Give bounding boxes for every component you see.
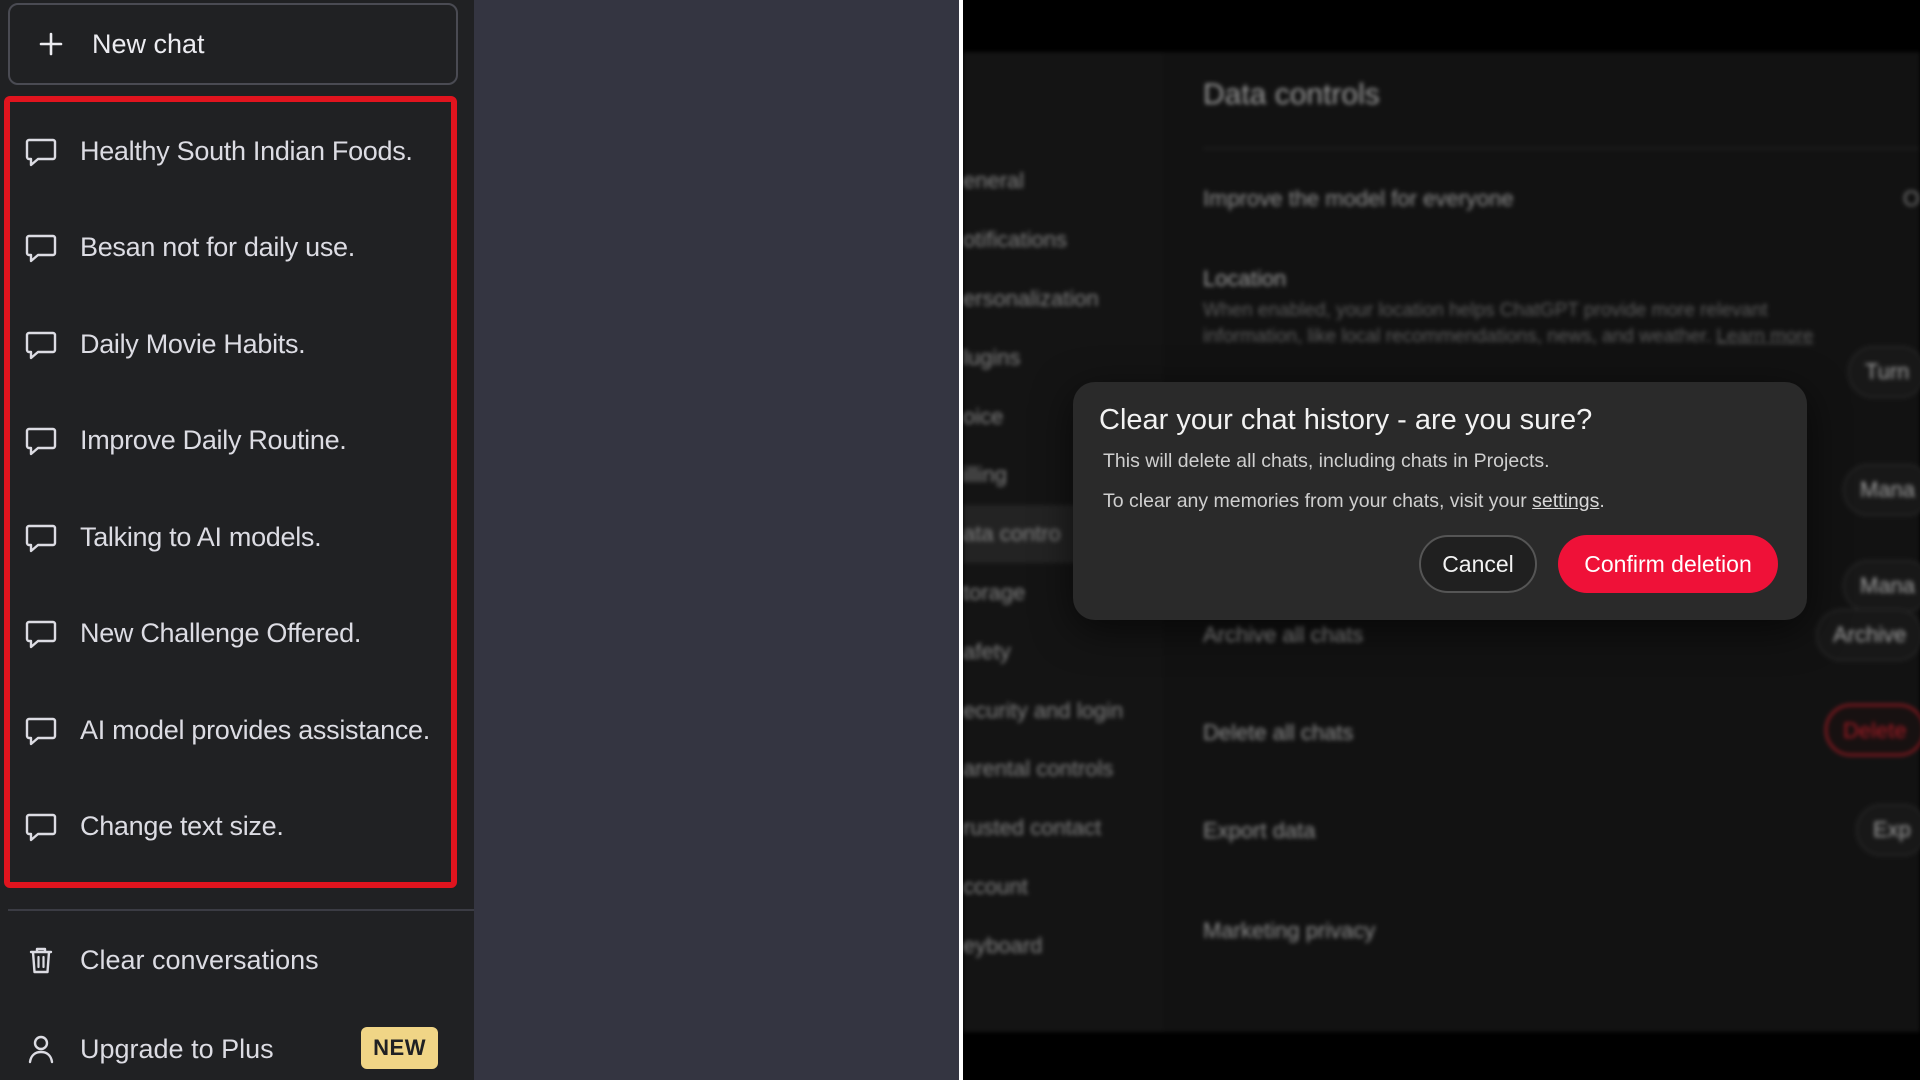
settings-nav-safety[interactable]: afety: [963, 639, 1011, 665]
chat-item-label: Improve Daily Routine.: [80, 424, 347, 455]
chat-item[interactable]: Improve Daily Routine.: [22, 404, 442, 476]
settings-link[interactable]: settings: [1532, 490, 1599, 512]
chat-item[interactable]: New Challenge Offered.: [22, 597, 442, 669]
chat-bubble-icon: [25, 427, 57, 456]
settings-nav-voice[interactable]: oice: [963, 404, 1003, 430]
dialog-body: This will delete all chats, including ch…: [1103, 450, 1550, 472]
delete-all-chats-label: Delete all chats: [1203, 720, 1354, 745]
marketing-privacy-label: Marketing privacy: [1203, 918, 1376, 943]
chat-item-label: Healthy South Indian Foods.: [80, 135, 413, 166]
location-description: When enabled, your location helps ChatGP…: [1203, 298, 1823, 350]
settings-divider: [1203, 148, 1920, 149]
chat-item[interactable]: Healthy South Indian Foods.: [22, 115, 442, 187]
upgrade-to-plus-label: Upgrade to Plus: [80, 1033, 274, 1064]
new-chat-button[interactable]: New chat: [8, 3, 458, 85]
settings-nav-security[interactable]: ecurity and login: [963, 698, 1123, 724]
new-badge: NEW: [361, 1027, 438, 1069]
chat-bubble-icon: [25, 138, 57, 167]
settings-nav-parental-controls[interactable]: arental controls: [963, 756, 1113, 782]
settings-nav-personalization[interactable]: ersonalization: [963, 286, 1099, 312]
chat-bubble-icon: [25, 331, 57, 360]
settings-nav-general[interactable]: eneral: [963, 168, 1024, 194]
archive-all-button[interactable]: Archive: [1816, 609, 1920, 661]
dialog-memory-note-prefix: To clear any memories from your chats, v…: [1103, 490, 1533, 512]
settings-nav-keyboard[interactable]: eyboard: [963, 933, 1043, 959]
settings-nav-billing[interactable]: illing: [963, 462, 1007, 488]
confirm-deletion-button[interactable]: Confirm deletion: [1558, 535, 1778, 593]
manage-button-1[interactable]: Mana: [1843, 464, 1920, 516]
sidebar-divider: [8, 909, 474, 911]
archive-all-chats-label: Archive all chats: [1203, 622, 1364, 647]
plus-icon: [10, 31, 92, 57]
chat-bubble-icon: [25, 717, 57, 746]
location-description-text: When enabled, your location helps ChatGP…: [1203, 300, 1768, 347]
chat-bubble-icon: [25, 813, 57, 842]
settings-nav-plugins[interactable]: lugins: [963, 345, 1020, 371]
trash-icon: [29, 947, 53, 974]
cancel-button[interactable]: Cancel: [1419, 535, 1537, 593]
settings-nav-notifications[interactable]: otifications: [963, 227, 1067, 253]
user-icon: [28, 1035, 54, 1064]
location-button[interactable]: Turn: [1848, 346, 1920, 398]
main-chat-area: [474, 0, 959, 1080]
settings-nav-account[interactable]: ccount: [963, 874, 1028, 900]
clear-conversations-label: Clear conversations: [80, 944, 319, 975]
left-panel: New chat Healthy South Indian Foods. Bes…: [0, 0, 959, 1080]
settings-nav-trusted-contact[interactable]: rusted contact: [963, 815, 1101, 841]
settings-nav-storage[interactable]: torage: [963, 580, 1025, 606]
chat-item[interactable]: Change text size.: [22, 790, 442, 862]
upgrade-to-plus-button[interactable]: Upgrade to Plus NEW: [22, 1013, 462, 1080]
chat-bubble-icon: [25, 620, 57, 649]
chat-item[interactable]: Besan not for daily use.: [22, 211, 442, 283]
chat-item[interactable]: AI model provides assistance.: [22, 694, 442, 766]
sidebar: New chat Healthy South Indian Foods. Bes…: [0, 0, 474, 1080]
dialog-title: Clear your chat history - are you sure?: [1099, 404, 1593, 436]
chat-item-label: Change text size.: [80, 810, 284, 841]
settings-title: Data controls: [1203, 78, 1380, 111]
chat-item[interactable]: Talking to AI models.: [22, 501, 442, 573]
improve-model-value[interactable]: O: [1903, 186, 1920, 212]
chat-bubble-icon: [25, 524, 57, 553]
chat-item-label: AI model provides assistance.: [80, 714, 430, 745]
learn-more-link[interactable]: Learn more: [1716, 326, 1813, 347]
improve-model-label: Improve the model for everyone: [1203, 186, 1514, 211]
chat-item-label: Talking to AI models.: [80, 521, 322, 552]
chat-item-label: Daily Movie Habits.: [80, 328, 306, 359]
clear-history-dialog: Clear your chat history - are you sure? …: [1073, 382, 1807, 620]
location-label: Location: [1203, 266, 1287, 291]
manage-button-2[interactable]: Mana: [1843, 560, 1920, 612]
clear-conversations-button[interactable]: Clear conversations: [22, 924, 462, 996]
chat-item-label: New Challenge Offered.: [80, 617, 362, 648]
dialog-memory-note-suffix: .: [1599, 490, 1605, 512]
chat-bubble-icon: [25, 234, 57, 263]
export-data-label: Export data: [1203, 818, 1316, 843]
export-button[interactable]: Exp: [1856, 804, 1920, 856]
delete-all-button[interactable]: Delete: [1825, 704, 1920, 756]
chat-item[interactable]: Daily Movie Habits.: [22, 308, 442, 380]
right-panel: eneral otifications ersonalization lugin…: [963, 0, 1920, 1080]
chat-item-label: Besan not for daily use.: [80, 231, 355, 262]
dialog-memory-note: To clear any memories from your chats, v…: [1103, 490, 1605, 513]
new-chat-label: New chat: [92, 28, 205, 59]
